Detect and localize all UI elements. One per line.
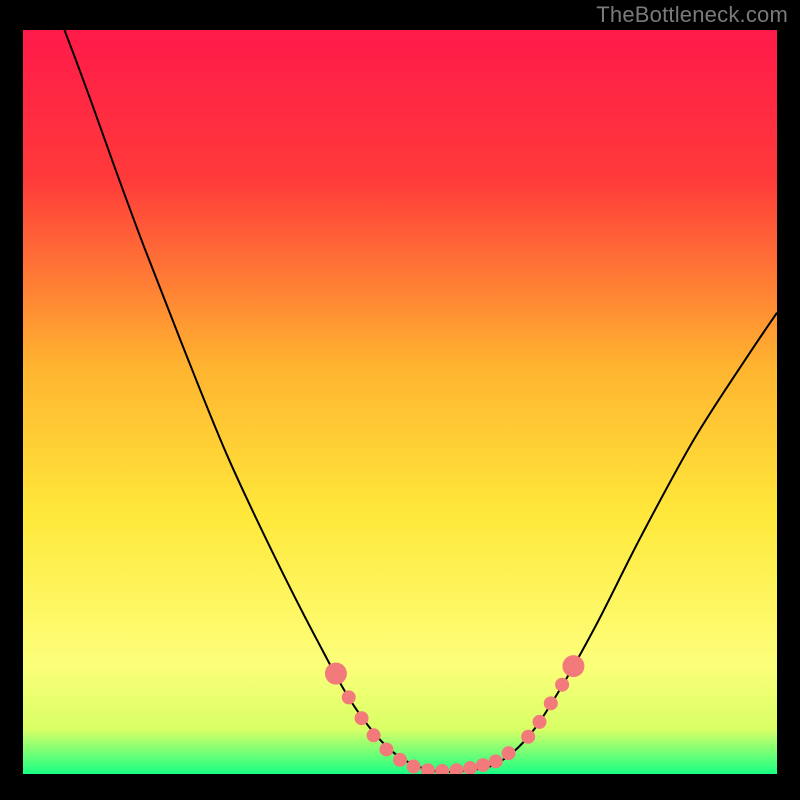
highlight-dot [393, 753, 407, 767]
bottleneck-chart [23, 30, 777, 774]
highlight-dot [562, 655, 584, 677]
highlight-dot [489, 754, 503, 768]
highlight-dot [355, 711, 369, 725]
highlight-dot [379, 742, 393, 756]
highlight-dot [407, 760, 421, 774]
chart-frame: TheBottleneck.com [0, 0, 800, 800]
highlight-dot [476, 758, 490, 772]
highlight-dot [544, 696, 558, 710]
gradient-background [23, 30, 777, 774]
highlight-dot [521, 730, 535, 744]
highlight-dot [342, 690, 356, 704]
highlight-dot [555, 678, 569, 692]
highlight-dot [325, 663, 347, 685]
highlight-dot [367, 728, 381, 742]
highlight-dot [502, 746, 516, 760]
attribution-text: TheBottleneck.com [596, 2, 788, 28]
highlight-dot [532, 715, 546, 729]
